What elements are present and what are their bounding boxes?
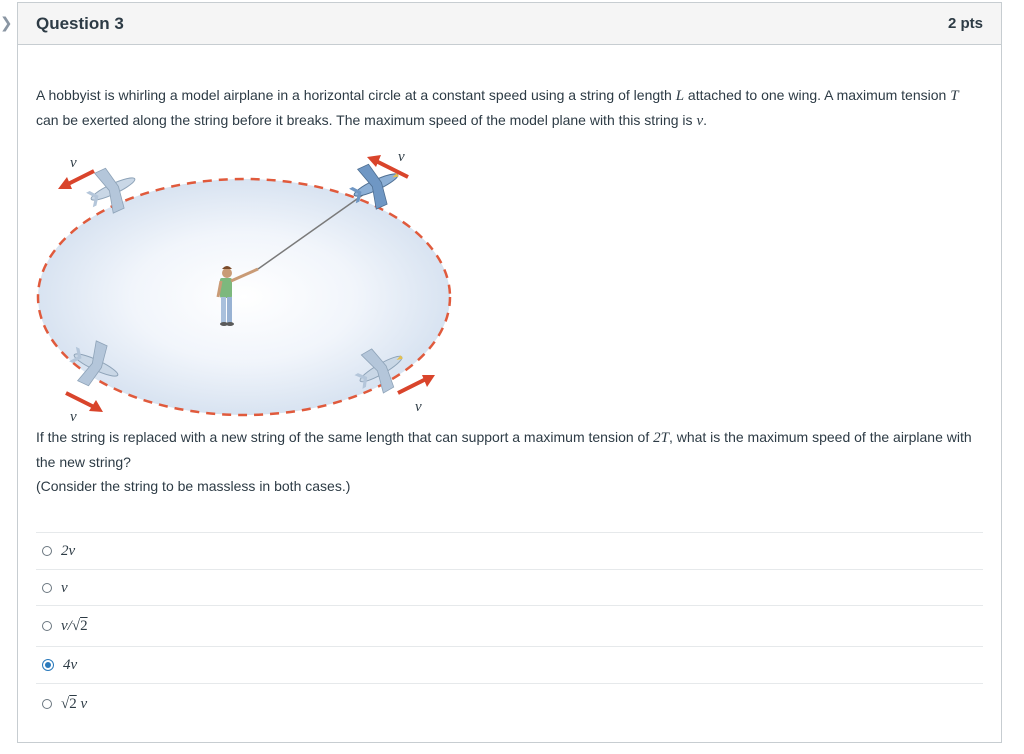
answer-label-part: v/ <box>61 618 72 634</box>
radio-button[interactable] <box>42 546 52 556</box>
velocity-arrow <box>397 375 435 395</box>
velocity-label: v <box>70 409 77 425</box>
question-paragraph-2: If the string is replaced with a new str… <box>36 425 983 474</box>
answer-option[interactable]: 2v <box>36 532 983 569</box>
answer-list: 2v v v/√2 4v √2 v <box>36 532 983 723</box>
airplane-circle-figure: v v v v <box>36 147 456 425</box>
velocity-label: v <box>70 155 77 171</box>
math-tension: T <box>950 88 959 104</box>
answer-label: 2v <box>61 543 76 559</box>
question-paragraph-3: (Consider the string to be massless in b… <box>36 478 351 494</box>
chevron-right-icon[interactable]: ❯ <box>0 14 13 34</box>
answer-option[interactable]: v <box>36 569 983 605</box>
figure-svg: v v v v <box>36 149 452 425</box>
velocity-label: v <box>398 149 405 165</box>
answer-option[interactable]: √2 v <box>36 683 983 723</box>
radical-sign: √ <box>71 618 81 634</box>
question-body: A hobbyist is whirling a model airplane … <box>18 45 1001 723</box>
radical-sign: √ <box>61 695 70 712</box>
math-double-tension: 2T <box>653 430 669 446</box>
answer-option-selected[interactable]: 4v <box>36 646 983 683</box>
answer-label: √2 v <box>61 692 87 716</box>
answer-label: 4v <box>63 657 78 673</box>
text-segment: . <box>703 112 707 128</box>
velocity-arrow <box>58 169 95 189</box>
math-length: L <box>675 88 685 104</box>
answer-option[interactable]: v/√2 <box>36 605 983 646</box>
question-paragraph-1: A hobbyist is whirling a model airplane … <box>36 83 983 133</box>
answer-label: v/√2 <box>61 614 88 638</box>
question-card: Question 3 2 pts A hobbyist is whirling … <box>17 2 1002 743</box>
text-segment: attached to one wing. A maximum tension <box>684 87 951 103</box>
question-title: Question 3 <box>36 13 124 33</box>
text-segment: A hobbyist is whirling a model airplane … <box>36 87 676 103</box>
answer-label-part: v <box>76 695 88 712</box>
question-header: Question 3 2 pts <box>18 3 1001 45</box>
radio-button-selected[interactable] <box>42 659 54 671</box>
velocity-label: v <box>415 399 422 415</box>
answer-label: v <box>61 579 68 596</box>
text-segment: If the string is replaced with a new str… <box>36 429 654 445</box>
radicand: 2 <box>69 695 77 712</box>
text-segment: can be exerted along the string before i… <box>36 112 697 128</box>
radicand: 2 <box>80 618 88 634</box>
question-points: 2 pts <box>947 15 983 32</box>
radio-button[interactable] <box>42 621 52 631</box>
radio-button[interactable] <box>42 582 52 593</box>
radio-button[interactable] <box>42 698 52 709</box>
